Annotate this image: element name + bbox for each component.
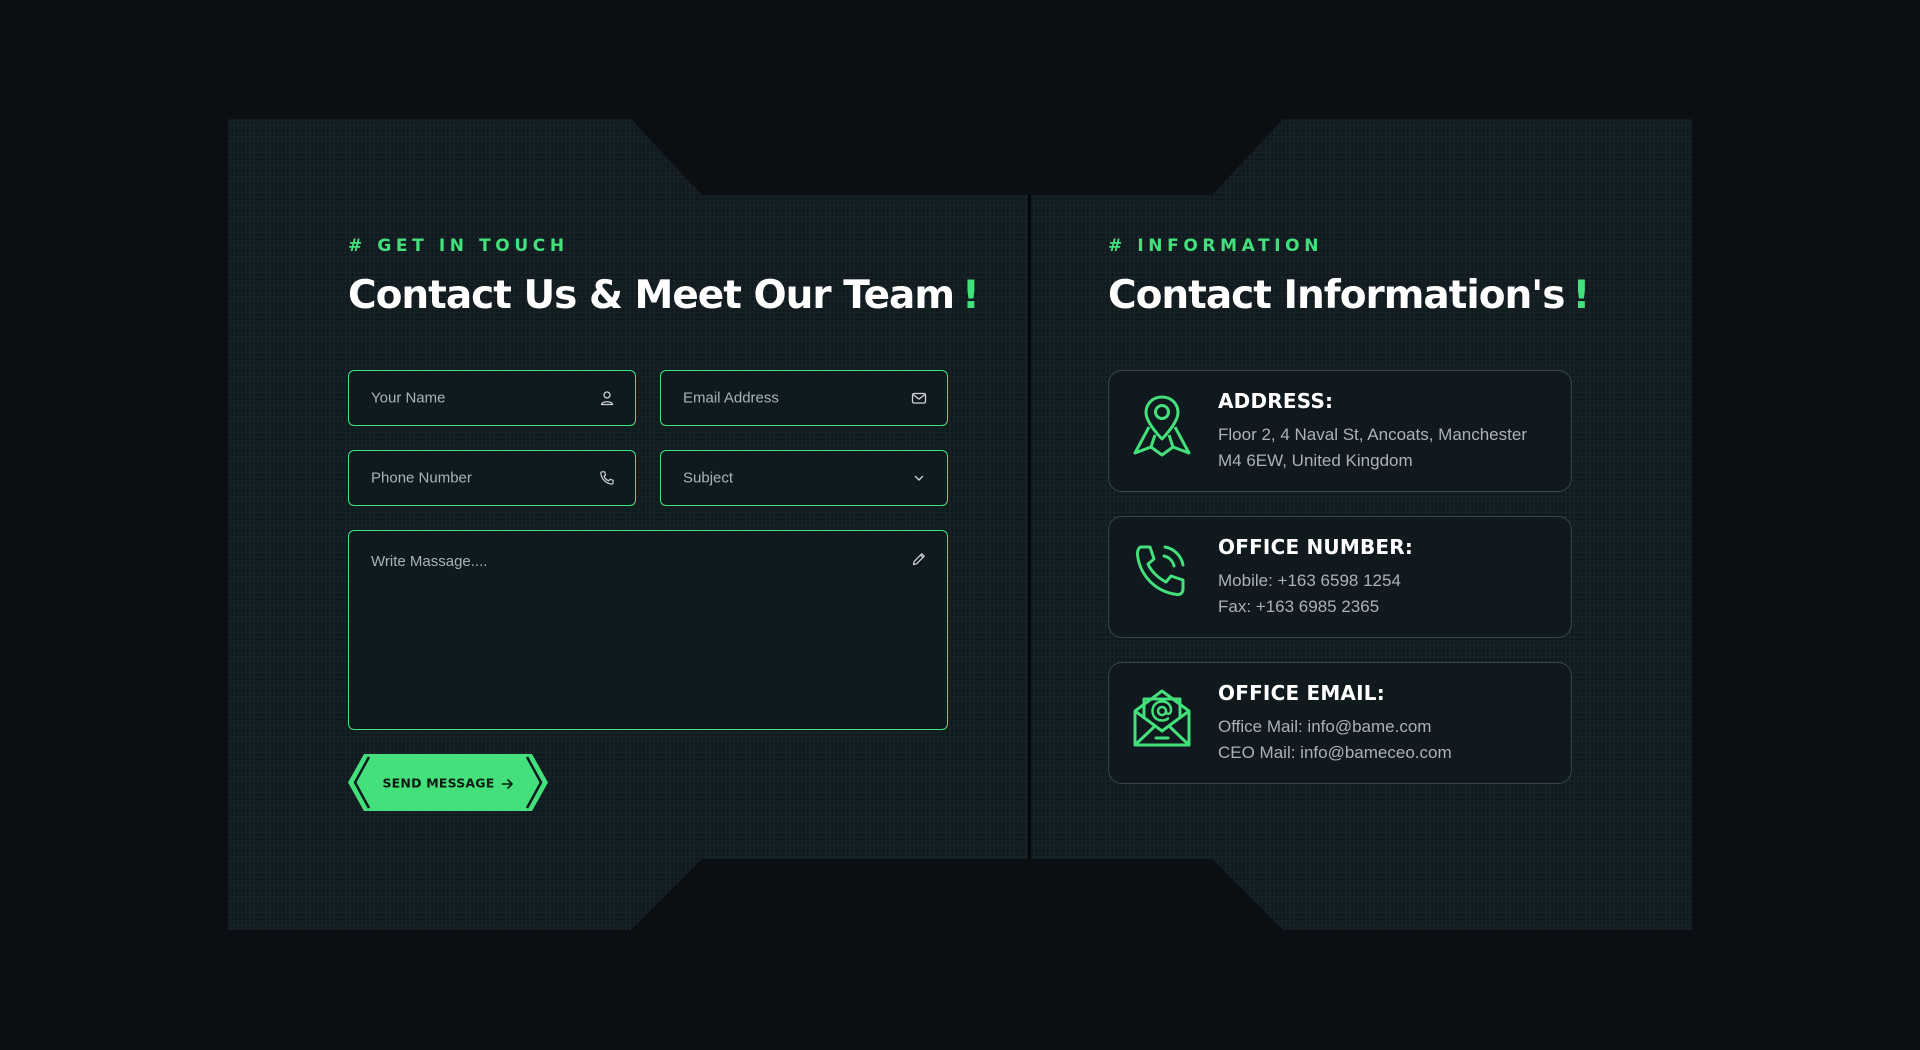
phone-field[interactable]: Phone Number [348,450,636,506]
phone-icon [600,471,614,485]
email-placeholder: Email Address [683,389,779,407]
email-field[interactable]: Email Address [660,370,948,426]
name-field[interactable]: Your Name [348,370,636,426]
address-line-2: M4 6EW, United Kingdom [1218,451,1413,470]
name-placeholder: Your Name [371,389,446,407]
send-message-label: SEND MESSAGE [348,775,548,790]
address-card: ADDRESS: Floor 2, 4 Naval St, Ancoats, M… [1108,370,1572,492]
info-eyebrow: # INFORMATION [1108,236,1324,256]
chevron-down-icon [914,475,924,481]
column-divider [1028,195,1031,859]
send-message-button[interactable]: SEND MESSAGE [348,754,548,811]
phone-ringing-icon [1135,545,1185,597]
mail-icon [911,392,927,404]
office-number-title: OFFICE NUMBER: [1218,535,1414,559]
subject-value: Subject [683,469,734,487]
address-line-1: Floor 2, 4 Naval St, Ancoats, Manchester [1218,425,1527,444]
office-email-title: OFFICE EMAIL: [1218,681,1385,705]
form-heading-accent: ! [962,273,980,318]
office-email-main: Office Mail: info@bame.com [1218,717,1432,736]
pencil-icon [912,553,925,566]
info-heading: Contact Information's! [1108,272,1590,320]
phone-placeholder: Phone Number [371,469,472,487]
email-envelope-icon [1133,689,1191,747]
arrow-right-icon [501,778,513,789]
user-icon [600,391,614,406]
map-pin-icon [1133,395,1191,457]
office-number-card: OFFICE NUMBER: Mobile: +163 6598 1254 Fa… [1108,516,1572,638]
send-message-text: SEND MESSAGE [382,775,495,790]
subject-select[interactable]: Subject [660,450,948,506]
office-email-card: OFFICE EMAIL: Office Mail: info@bame.com… [1108,662,1572,784]
office-number-fax: Fax: +163 6985 2365 [1218,597,1380,616]
form-eyebrow: # GET IN TOUCH [348,236,569,256]
info-heading-text: Contact Information's [1108,273,1565,318]
form-heading: Contact Us & Meet Our Team! [348,272,980,320]
office-number-mobile: Mobile: +163 6598 1254 [1218,571,1401,590]
info-heading-accent: ! [1572,273,1590,318]
message-placeholder: Write Massage.... [371,553,488,570]
office-email-ceo: CEO Mail: info@bameceo.com [1218,743,1452,762]
message-textarea[interactable]: Write Massage.... [348,530,948,730]
address-title: ADDRESS: [1218,389,1334,413]
form-heading-text: Contact Us & Meet Our Team [348,273,955,318]
